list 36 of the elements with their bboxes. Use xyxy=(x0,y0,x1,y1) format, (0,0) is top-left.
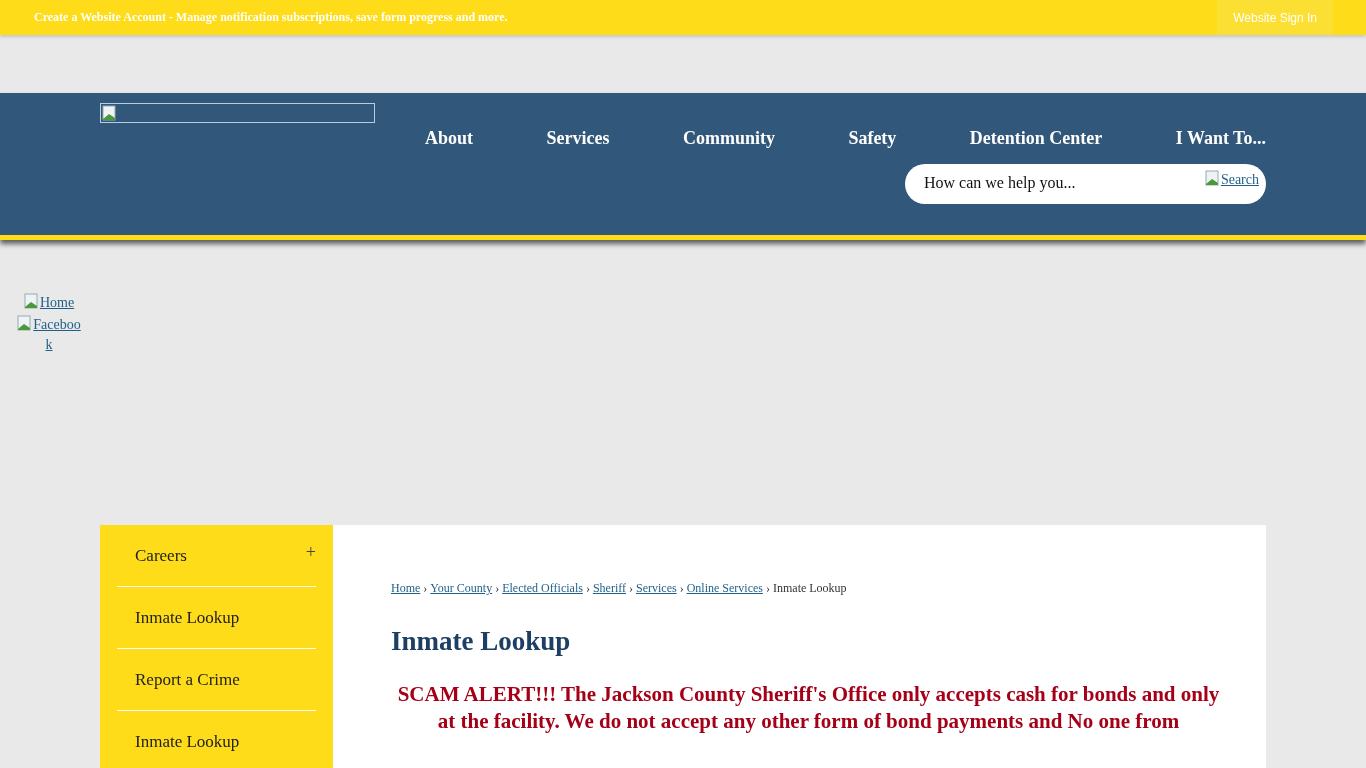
expand-toggle[interactable]: + xyxy=(305,542,316,569)
nav-link[interactable]: I Want To... xyxy=(1175,128,1266,149)
broken-image-icon xyxy=(17,315,34,331)
page-title: Inmate Lookup xyxy=(391,626,572,657)
breadcrumb-separator: › xyxy=(423,581,428,595)
breadcrumb-separator: › xyxy=(495,581,500,595)
nav-link[interactable]: About xyxy=(425,128,473,149)
search-field[interactable]: How can we help you... Search xyxy=(905,164,1266,204)
broken-image-icon xyxy=(1204,170,1221,186)
breadcrumb-link[interactable]: Services xyxy=(636,581,677,595)
breadcrumb-separator: › xyxy=(585,581,590,595)
sidebar-link[interactable]: Inmate Lookup xyxy=(135,731,240,752)
notification-message: - Manage notification subscriptions, save form progress and more. xyxy=(167,10,508,24)
sidebar-link[interactable]: Report a Crime xyxy=(135,669,240,690)
nav-link[interactable]: Community xyxy=(682,128,775,149)
breadcrumb-link[interactable]: Sheriff xyxy=(592,581,626,595)
breadcrumb-current: Inmate Lookup xyxy=(772,581,847,595)
scam-alert-text: SCAM ALERT!!! The Jackson County Sheriff's Office only accepts cash for bonds and only at the facility. We do not accept any other form of bond payments and No one from xyxy=(396,681,1221,735)
breadcrumb-link[interactable]: Online Services xyxy=(686,581,763,595)
nav-link[interactable]: Services xyxy=(546,128,610,149)
social-link[interactable]: Facebook xyxy=(14,315,84,355)
breadcrumb-link[interactable]: Your County xyxy=(430,581,493,595)
broken-image-icon xyxy=(23,293,40,309)
breadcrumb-link[interactable]: Home xyxy=(391,581,421,595)
nav-link[interactable]: Detention Center xyxy=(969,128,1103,149)
breadcrumb-separator: › xyxy=(629,581,633,595)
breadcrumb-separator: › xyxy=(765,581,770,595)
search-button[interactable]: Search xyxy=(1204,170,1259,188)
broken-logo-image[interactable] xyxy=(100,103,375,123)
breadcrumb-separator: › xyxy=(679,581,684,595)
nav-link[interactable]: Safety xyxy=(848,128,897,149)
social-link[interactable]: Home xyxy=(23,293,75,313)
sidebar-link[interactable]: Careers xyxy=(135,545,187,566)
sidebar-link[interactable]: Inmate Lookup xyxy=(135,607,240,628)
breadcrumb-link[interactable]: Elected Officials xyxy=(502,581,583,595)
broken-image-icon xyxy=(102,105,118,121)
